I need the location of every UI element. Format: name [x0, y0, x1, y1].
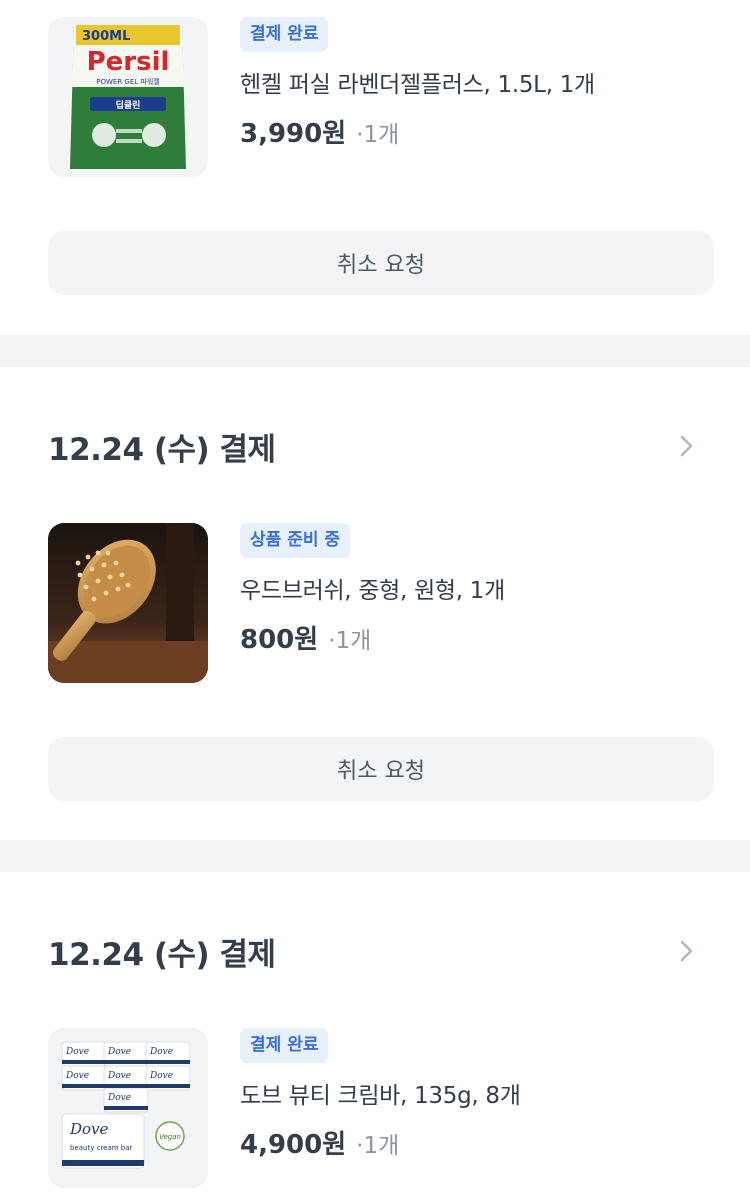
order-date-title: 12.24 (수) 결제: [48, 936, 276, 973]
wooden-hairbrush-image: [48, 523, 208, 683]
price-row: 4,900원 ·1개: [240, 1124, 702, 1161]
svg-text:POWER GEL 파워젤: POWER GEL 파워젤: [96, 77, 159, 86]
price-row: 800원 ·1개: [240, 619, 702, 656]
order-section-1: 12.24 (수) 결제 상품 준비 중 우드브러쉬, 중형, 원형, 1개 8…: [0, 367, 750, 840]
order-item-info: 상품 준비 중 우드브러쉬, 중형, 원형, 1개 800원 ·1개: [240, 523, 702, 656]
order-date-header[interactable]: 12.24 (수) 결제: [48, 926, 702, 976]
product-name: 헨켈 퍼실 라벤더젤플러스, 1.5L, 1개: [240, 72, 595, 98]
product-quantity: ·1개: [328, 628, 372, 654]
order-item[interactable]: 상품 준비 중 우드브러쉬, 중형, 원형, 1개 800원 ·1개: [48, 523, 702, 683]
order-item-info: 결제 완료 헨켈 퍼실 라벤더젤플러스, 1.5L, 1개 3,990원 ·1개: [240, 17, 702, 150]
product-name: 도브 뷰티 크림바, 135g, 8개: [240, 1083, 521, 1109]
product-quantity: ·1개: [356, 122, 400, 148]
chevron-right-icon: [672, 936, 702, 966]
product-image: Dove Dove Dove Dove Dove Dove Dove Dove …: [48, 1028, 208, 1188]
price-row: 3,990원 ·1개: [240, 113, 702, 150]
cancel-request-button[interactable]: 취소 요청: [48, 231, 714, 295]
svg-text:Persil: Persil: [87, 47, 170, 77]
product-price: 3,990원: [240, 119, 347, 149]
order-section-2: 12.24 (수) 결제 Dove Dove Dove Dove Dove Do…: [0, 872, 750, 1195]
order-date-header[interactable]: 12.24 (수) 결제: [48, 421, 702, 471]
svg-text:Dove: Dove: [65, 1047, 89, 1057]
chevron-right-icon: [672, 431, 702, 461]
product-quantity: ·1개: [356, 1133, 400, 1159]
product-image: 300ML Persil POWER GEL 파워젤 딥클린: [48, 17, 208, 177]
dove-soap-bars-image: Dove Dove Dove Dove Dove Dove Dove Dove …: [48, 1028, 208, 1188]
order-item[interactable]: Dove Dove Dove Dove Dove Dove Dove Dove …: [48, 1028, 702, 1188]
svg-text:300ML: 300ML: [82, 29, 130, 44]
product-price: 4,900원: [240, 1130, 347, 1160]
svg-text:Dove: Dove: [69, 1120, 109, 1138]
status-badge: 결제 완료: [240, 17, 329, 52]
status-badge: 상품 준비 중: [240, 523, 351, 558]
cancel-request-button[interactable]: 취소 요청: [48, 737, 714, 801]
section-divider: [0, 335, 750, 367]
section-divider: [0, 840, 750, 872]
svg-text:딥클린: 딥클린: [116, 99, 141, 111]
order-date-title: 12.24 (수) 결제: [48, 431, 276, 468]
svg-text:Dove: Dove: [107, 1047, 131, 1057]
svg-text:Dove: Dove: [107, 1093, 131, 1103]
persil-detergent-image: 300ML Persil POWER GEL 파워젤 딥클린: [48, 17, 208, 177]
order-item-info: 결제 완료 도브 뷰티 크림바, 135g, 8개 4,900원 ·1개: [240, 1028, 702, 1161]
order-item[interactable]: 300ML Persil POWER GEL 파워젤 딥클린 결제 완료 헨켈 …: [48, 17, 702, 177]
product-price: 800원: [240, 625, 319, 655]
order-section-0: 300ML Persil POWER GEL 파워젤 딥클린 결제 완료 헨켈 …: [0, 0, 750, 335]
product-name: 우드브러쉬, 중형, 원형, 1개: [240, 578, 505, 604]
status-badge: 결제 완료: [240, 1028, 329, 1063]
svg-text:Dove: Dove: [107, 1071, 131, 1081]
product-image: [48, 523, 208, 683]
svg-text:Vegan: Vegan: [159, 1133, 181, 1141]
svg-text:Dove: Dove: [65, 1071, 89, 1081]
svg-text:beauty cream bar: beauty cream bar: [70, 1144, 133, 1152]
svg-text:Dove: Dove: [149, 1071, 173, 1081]
svg-text:Dove: Dove: [149, 1047, 173, 1057]
